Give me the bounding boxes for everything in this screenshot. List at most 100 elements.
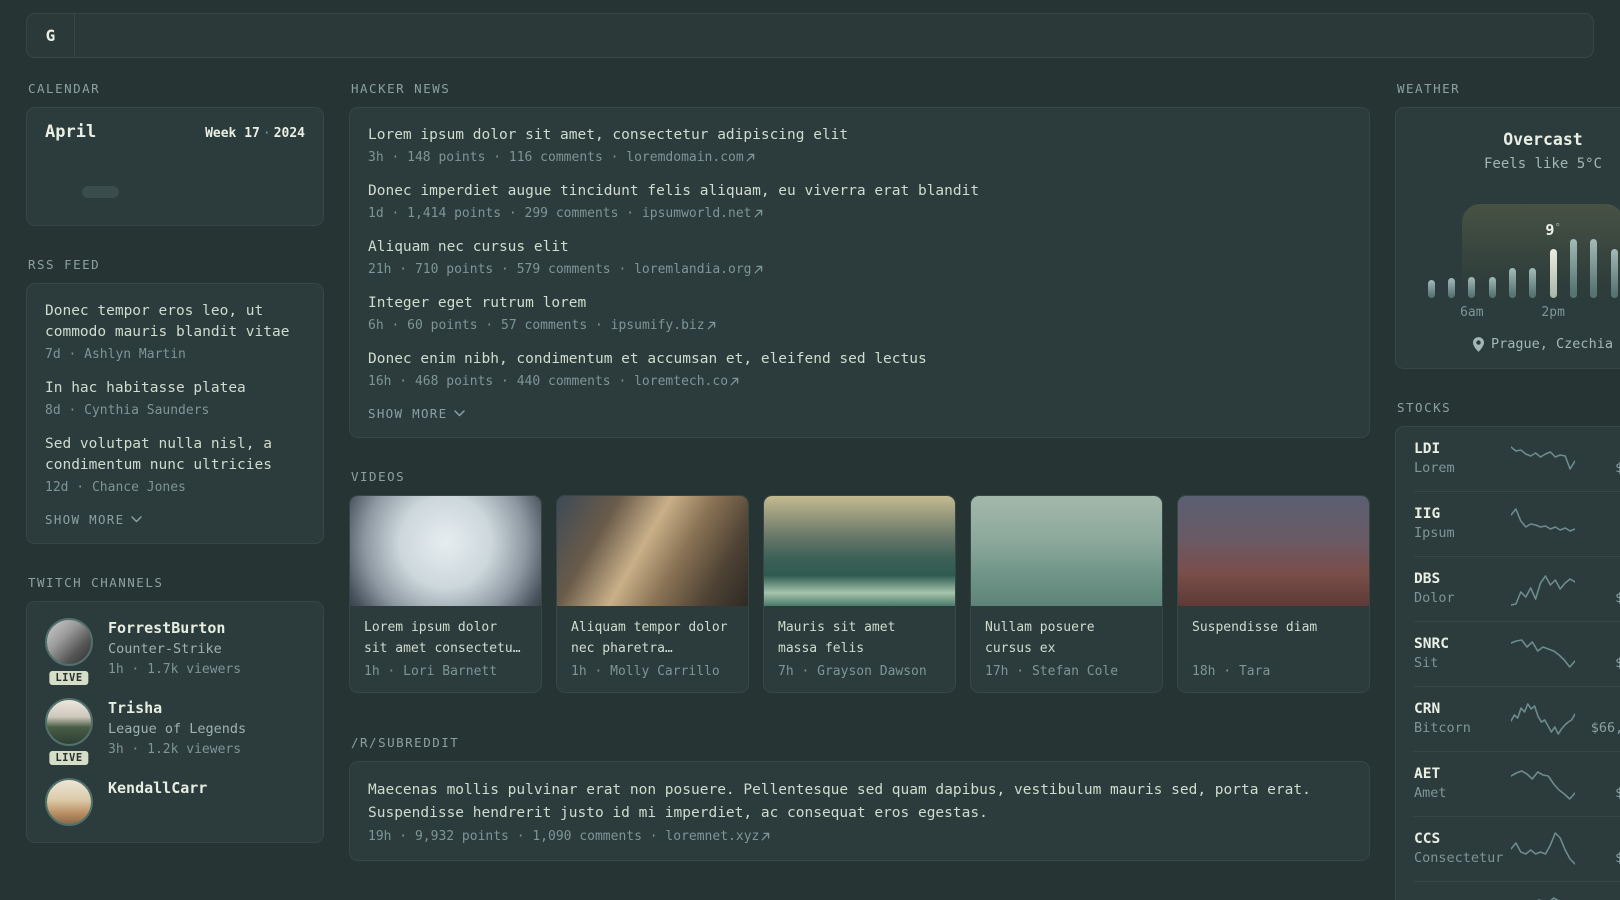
rss-item-meta: 7d · Ashlyn Martin [45, 347, 186, 362]
hackernews-widget: Lorem ipsum dolor sit amet, consectetur … [349, 107, 1370, 438]
calendar-year: 2024 [273, 126, 305, 141]
rss-item-title[interactable]: Donec tempor eros leo, ut commodo mauris… [45, 301, 305, 343]
stock-change: +0.92% [1575, 764, 1620, 784]
stock-sparkline [1511, 507, 1575, 532]
stock-values: -1.00% $66,171.48 [1575, 699, 1620, 738]
top-bar: G [26, 13, 1594, 58]
stock-row[interactable]: CCS Consectetur +0.51% $165.84 [1414, 816, 1620, 881]
hackernews-item-title[interactable]: Donec imperdiet augue tincidunt felis al… [368, 181, 1351, 202]
stock-row[interactable]: CRN Bitcorn -1.00% $66,171.48 [1414, 686, 1620, 751]
video-card[interactable]: Suspendisse diam 18h · Tara [1177, 495, 1370, 693]
subreddit-post-title[interactable]: Maecenas mollis pulvinar erat non posuer… [368, 779, 1351, 825]
calendar-day [268, 173, 305, 185]
calendar-weekday [231, 152, 268, 163]
calendar-day [119, 186, 156, 198]
hackernews-item-domain[interactable]: loremlandia.org [634, 262, 762, 277]
hackernews-item-domain[interactable]: loremtech.co [634, 374, 739, 389]
stock-row[interactable]: IIG Ipsum +2.84% $42.04 [1414, 491, 1620, 556]
external-link-icon [746, 153, 754, 162]
stock-row[interactable]: SNRC Sit +1.36% $148.64 [1414, 621, 1620, 686]
stock-name: Sit [1414, 655, 1439, 671]
video-card[interactable]: Mauris sit amet massa felis 7h · Grayson… [763, 495, 956, 693]
stock-row[interactable]: AHS +0.46% [1414, 881, 1620, 900]
stock-symbol: DBS [1414, 571, 1441, 587]
hackernews-item-domain[interactable]: ipsumify.biz [611, 318, 716, 333]
domain-text: ipsumworld.net [641, 206, 752, 221]
weather-widget: Overcast Feels like 5°C 9° 6am2pm10pm Pr… [1395, 107, 1620, 369]
calendar-weekday [119, 152, 156, 163]
calendar-section: CALENDAR April Week 17 · 2024 [26, 81, 324, 226]
weather-bar-slot [1584, 239, 1604, 298]
stock-price: $66,171.48 [1590, 720, 1620, 736]
stock-symbol: SNRC [1414, 636, 1449, 652]
twitch-channel-row[interactable]: KendallCarr [45, 778, 305, 826]
stock-id: CCS Consectetur [1414, 829, 1511, 868]
rss-item-title[interactable]: In hac habitasse platea [45, 378, 305, 399]
calendar-day [82, 199, 119, 211]
dashboard-page: G CALENDAR April Week 17 · 2024 RSS FEED… [0, 0, 1620, 900]
twitch-channel-row[interactable]: LIVE Trisha League of Legends 3h · 1.2k … [45, 698, 305, 767]
videos-section-label: VIDEOS [351, 469, 406, 484]
twitch-avatar-wrap [45, 778, 93, 826]
hackernews-item: Lorem ipsum dolor sit amet, consectetur … [368, 125, 1351, 165]
calendar-day [231, 199, 268, 211]
calendar-day [82, 173, 119, 185]
stock-change: +0.51% [1575, 829, 1620, 849]
external-link-icon [754, 209, 762, 218]
hackernews-item: Donec imperdiet augue tincidunt felis al… [368, 181, 1351, 221]
right-column: WEATHER Overcast Feels like 5°C 9° 6am 2p… [1395, 81, 1620, 900]
hackernews-item-stats: 3h · 148 points · 116 comments · [368, 150, 619, 165]
twitch-widget: LIVE ForrestBurton Counter-Strike 1h · 1… [26, 601, 324, 843]
stock-sparkline [1511, 574, 1575, 606]
stock-name: Lorem [1414, 460, 1455, 476]
video-thumbnail [1178, 496, 1369, 606]
rss-item-title[interactable]: Sed volutpat nulla nisl, a condimentum n… [45, 434, 305, 476]
hackernews-show-more-button[interactable]: SHOW MORE [368, 406, 466, 421]
rss-item: In hac habitasse platea 8d · Cynthia Sau… [45, 378, 305, 418]
calendar-day [119, 173, 156, 185]
calendar-day [194, 173, 231, 185]
stock-row[interactable]: AET Amet +0.92% $499.72 [1414, 751, 1620, 816]
stocks-widget: LDI Lorem +4.35% $795.18 IIG Ips [1395, 426, 1620, 900]
hackernews-item-title[interactable]: Donec enim nibh, condimentum et accumsan… [368, 349, 1351, 370]
external-link-icon [761, 832, 770, 841]
rss-list: Donec tempor eros leo, ut commodo mauris… [45, 301, 305, 495]
hackernews-item-title[interactable]: Integer eget rutrum lorem [368, 293, 1351, 314]
hackernews-item-domain[interactable]: ipsumworld.net [642, 206, 763, 221]
calendar-day [194, 186, 231, 198]
subreddit-post-domain[interactable]: loremnet.xyz [665, 829, 770, 844]
domain-text: loremtech.co [634, 374, 729, 389]
stock-id: SNRC Sit [1414, 634, 1511, 673]
video-card[interactable]: Nullam posuere cursus ex 17h · Stefan Co… [970, 495, 1163, 693]
middle-column: HACKER NEWS Lorem ipsum dolor sit amet, … [349, 81, 1370, 861]
calendar-weekday [156, 152, 193, 163]
weather-bars [1421, 186, 1620, 298]
external-link-icon [754, 265, 762, 274]
video-title: Mauris sit amet massa felis [778, 620, 896, 656]
stock-name: Consectetur [1414, 850, 1504, 866]
hackernews-item-domain[interactable]: loremdomain.com [626, 150, 754, 165]
stock-change: +1.42% [1575, 569, 1620, 589]
app-logo[interactable]: G [27, 14, 74, 57]
stock-values: +0.51% $165.84 [1575, 829, 1620, 868]
calendar-day [194, 199, 231, 211]
hackernews-item-title[interactable]: Lorem ipsum dolor sit amet, consectetur … [368, 125, 1351, 146]
rss-show-more-button[interactable]: SHOW MORE [45, 512, 143, 527]
stock-row[interactable]: DBS Dolor +1.42% $156.28 [1414, 556, 1620, 621]
video-card[interactable]: Lorem ipsum dolor sit amet consectetu… 1… [349, 495, 542, 693]
twitch-channel-info: KendallCarr [108, 778, 207, 826]
stock-row[interactable]: LDI Lorem +4.35% $795.18 [1414, 427, 1620, 491]
twitch-channel-category: League of Legends [108, 721, 247, 737]
stock-change: +2.84% [1575, 504, 1620, 524]
calendar-week-year: Week 17 · 2024 [205, 126, 305, 141]
video-thumbnail [350, 496, 541, 606]
video-card[interactable]: Aliquam tempor dolor nec pharetra… 1h · … [556, 495, 749, 693]
stock-symbol: AET [1414, 766, 1441, 782]
twitch-avatar-wrap: LIVE [45, 698, 93, 767]
hackernews-item-title[interactable]: Aliquam nec cursus elit [368, 237, 1351, 258]
rss-section: RSS FEED Donec tempor eros leo, ut commo… [26, 257, 324, 544]
stock-price: $148.64 [1615, 655, 1620, 671]
weather-feels-like: Feels like 5°C [1483, 156, 1602, 172]
weather-hour-label: 2pm [1541, 305, 1565, 320]
twitch-channel-row[interactable]: LIVE ForrestBurton Counter-Strike 1h · 1… [45, 618, 305, 687]
